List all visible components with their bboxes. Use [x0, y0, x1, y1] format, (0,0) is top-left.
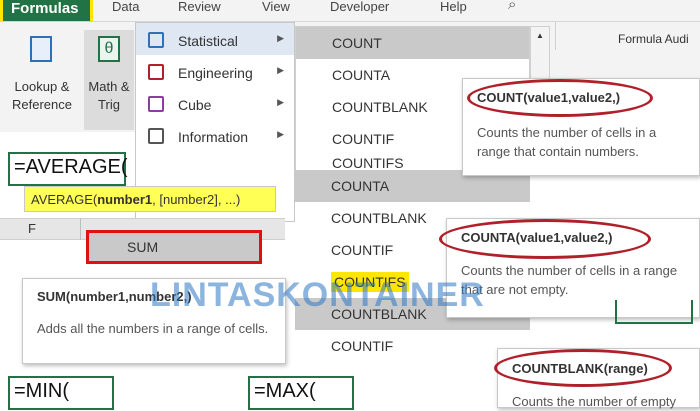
tooltip-count: COUNT(value1,value2,) Counts the number … — [462, 78, 700, 176]
chevron-right-icon: ▶ — [277, 97, 284, 107]
search-icon[interactable]: ⌕ — [508, 0, 516, 13]
lookup-reference-icon — [30, 36, 52, 62]
cell-selection — [615, 300, 693, 324]
menu-item-engineering[interactable]: Engineering ▶ — [136, 55, 294, 87]
list-item-count[interactable]: COUNT — [296, 27, 529, 59]
list-item-sum[interactable]: SUM — [86, 230, 262, 264]
statistical-icon — [148, 32, 164, 48]
tab-view[interactable]: View — [262, 0, 290, 22]
tooltip-description: Counts the number of cells in a range th… — [461, 263, 678, 297]
cube-icon — [148, 96, 164, 112]
formula-auditing-group: Formula Audi — [555, 22, 700, 50]
menu-item-statistical[interactable]: Statistical ▶ — [136, 23, 294, 55]
scroll-up-icon[interactable]: ▲ — [531, 31, 549, 40]
tooltip-description: Counts the number of cells in a range th… — [477, 125, 657, 159]
formula-min[interactable]: =MIN( — [8, 376, 114, 410]
tooltip-countblank: COUNTBLANK(range) Counts the number of e… — [494, 348, 700, 409]
tab-developer[interactable]: Developer — [330, 0, 389, 22]
lookup-reference-button[interactable]: Lookup & Reference — [4, 78, 80, 114]
chevron-right-icon: ▶ — [277, 65, 284, 75]
tab-review[interactable]: Review — [178, 0, 221, 22]
watermark-logo: LINTASKONTAINER — [150, 276, 485, 314]
math-trig-icon: θ — [98, 36, 120, 62]
average-argument-hint: AVERAGE(number1, [number2], ...) — [24, 186, 276, 212]
information-icon — [148, 128, 164, 144]
column-divider — [80, 218, 81, 240]
tooltip-signature: COUNTBLANK(range) — [512, 361, 648, 376]
menu-item-cube[interactable]: Cube ▶ — [136, 87, 294, 119]
list-item-countif[interactable]: COUNTIF — [295, 330, 530, 362]
chevron-right-icon: ▶ — [277, 129, 284, 139]
chevron-right-icon: ▶ — [277, 33, 284, 43]
formula-max[interactable]: =MAX( — [248, 376, 354, 410]
menu-item-information[interactable]: Information ▶ — [136, 119, 294, 151]
formula-average[interactable]: =AVERAGE( — [8, 152, 128, 186]
tab-formulas[interactable]: Formulas — [0, 0, 93, 24]
tab-help[interactable]: Help — [440, 0, 467, 22]
tooltip-description: Adds all the numbers in a range of cells… — [37, 321, 269, 336]
tooltip-signature: COUNT(value1,value2,) — [477, 90, 621, 105]
engineering-icon — [148, 64, 164, 80]
tooltip-signature: COUNTA(value1,value2,) — [461, 230, 613, 245]
math-trig-button[interactable]: Math & Trig — [84, 78, 134, 114]
tooltip-description: Counts the number of empty — [512, 394, 677, 409]
column-header-f[interactable]: F — [28, 221, 36, 236]
tab-data[interactable]: Data — [112, 0, 139, 22]
